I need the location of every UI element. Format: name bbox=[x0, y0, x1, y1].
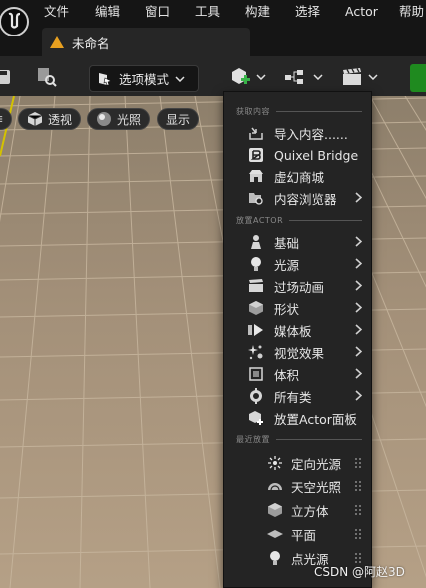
menu-help[interactable]: 帮助 bbox=[399, 0, 424, 26]
menu-select[interactable]: 选择 bbox=[295, 0, 345, 26]
directional-light-icon bbox=[267, 455, 283, 471]
visual-effects-icon bbox=[248, 344, 264, 360]
cube-icon bbox=[267, 502, 283, 518]
chevron-right-icon bbox=[355, 192, 362, 203]
menu-item-quixel-bridge[interactable]: Quixel Bridge bbox=[224, 144, 373, 166]
save-icon[interactable] bbox=[0, 66, 14, 88]
section-header-recent: 最近放置 bbox=[236, 432, 362, 446]
recent-item-directional-light[interactable]: 定向光源 bbox=[224, 452, 373, 474]
lit-label: 光照 bbox=[117, 112, 142, 127]
select-mode-icon bbox=[99, 72, 112, 85]
hamburger-icon bbox=[0, 116, 3, 122]
watermark: CSDN @阿赵3D bbox=[314, 565, 405, 579]
import-icon bbox=[248, 125, 264, 141]
menu-tools[interactable]: 工具 bbox=[195, 0, 245, 26]
browse-content-icon[interactable] bbox=[36, 66, 58, 88]
chevron-right-icon bbox=[355, 390, 362, 401]
mode-label: 选项模式 bbox=[119, 72, 170, 87]
section-header-place-actor: 放置ACTOR bbox=[236, 213, 362, 227]
menu-window[interactable]: 窗口 bbox=[145, 0, 195, 26]
play-button[interactable] bbox=[410, 64, 426, 92]
menu-edit[interactable]: 编辑 bbox=[95, 0, 145, 26]
menu-item-basic[interactable]: 基础 bbox=[224, 231, 373, 253]
main-toolbar: 选项模式 bbox=[0, 56, 426, 96]
marketplace-icon bbox=[248, 168, 264, 184]
content-browser-icon bbox=[248, 190, 264, 206]
tab-title: 未命名 bbox=[72, 35, 110, 51]
menu-item-content-browser[interactable]: 内容浏览器 bbox=[224, 187, 373, 209]
chevron-down-icon bbox=[313, 74, 323, 80]
menu-item-media[interactable]: 媒体板 bbox=[224, 319, 373, 341]
show-label: 显示 bbox=[166, 112, 191, 127]
menu-build[interactable]: 构建 bbox=[245, 0, 295, 26]
blueprint-button[interactable] bbox=[283, 64, 325, 90]
volume-icon bbox=[248, 366, 264, 382]
point-light-icon bbox=[267, 550, 283, 566]
chevron-right-icon bbox=[355, 236, 362, 247]
tab-bar: 未命名 bbox=[0, 26, 426, 56]
add-actor-icon bbox=[232, 68, 250, 84]
menu-item-import-content[interactable]: 导入内容...... bbox=[224, 122, 373, 144]
chevron-right-icon bbox=[355, 280, 362, 291]
add-actor-dropdown: 获取内容 导入内容...... Quixel Bridge 虚幻商城 内容浏览器… bbox=[223, 91, 372, 588]
recent-item-plane[interactable]: 平面 bbox=[224, 523, 373, 545]
recent-item-sky-light[interactable]: 天空光照 bbox=[224, 475, 373, 497]
chevron-right-icon bbox=[355, 302, 362, 313]
menu-item-place-actors-panel[interactable]: 放置Actor面板 bbox=[224, 407, 373, 429]
cinematics-button[interactable] bbox=[339, 64, 381, 90]
perspective-button[interactable]: 透视 bbox=[18, 108, 82, 130]
chevron-down-icon bbox=[256, 74, 266, 80]
menu-file[interactable]: 文件 bbox=[44, 0, 95, 26]
mode-select-button[interactable]: 选项模式 bbox=[89, 65, 199, 92]
menu-item-lights[interactable]: 光源 bbox=[224, 253, 373, 275]
chevron-right-icon bbox=[355, 368, 362, 379]
menu-item-visual-effects[interactable]: 视觉效果 bbox=[224, 341, 373, 363]
menu-item-cinematics[interactable]: 过场动画 bbox=[224, 275, 373, 297]
quixel-bridge-icon bbox=[248, 147, 264, 163]
blueprint-icon bbox=[285, 70, 303, 84]
chevron-right-icon bbox=[355, 346, 362, 357]
level-warning-icon bbox=[50, 36, 64, 48]
section-header-get-content: 获取内容 bbox=[236, 104, 362, 118]
menu-item-shapes[interactable]: 形状 bbox=[224, 297, 373, 319]
drag-handle-icon[interactable] bbox=[354, 504, 362, 516]
light-bulb-icon bbox=[248, 256, 264, 272]
menu-item-volumes[interactable]: 体积 bbox=[224, 363, 373, 385]
shape-cube-icon bbox=[248, 300, 264, 316]
drag-handle-icon[interactable] bbox=[354, 528, 362, 540]
view-mode-button[interactable]: 光照 bbox=[87, 108, 151, 130]
chevron-right-icon bbox=[355, 324, 362, 335]
chevron-down-icon bbox=[175, 75, 185, 82]
menu-actor[interactable]: Actor bbox=[345, 0, 399, 26]
cinematics-icon bbox=[248, 278, 264, 294]
menu-item-marketplace[interactable]: 虚幻商城 bbox=[224, 165, 373, 187]
plane-icon bbox=[267, 526, 283, 542]
level-tab[interactable]: 未命名 bbox=[42, 28, 250, 56]
menu-bar: 文件 编辑 窗口 工具 构建 选择 Actor 帮助 bbox=[0, 0, 426, 26]
menu-item-all-classes[interactable]: 所有类 bbox=[224, 385, 373, 407]
perspective-label: 透视 bbox=[48, 112, 73, 127]
media-icon bbox=[248, 322, 264, 338]
sky-light-icon bbox=[267, 478, 283, 494]
place-actors-panel-icon bbox=[248, 410, 264, 426]
unreal-logo-icon[interactable] bbox=[0, 0, 32, 40]
clapperboard-icon bbox=[343, 68, 361, 85]
drag-handle-icon[interactable] bbox=[354, 457, 362, 469]
all-classes-icon bbox=[248, 388, 264, 404]
basic-actor-icon bbox=[248, 234, 264, 250]
recent-item-cube[interactable]: 立方体 bbox=[224, 499, 373, 521]
show-flags-button[interactable]: 显示 bbox=[157, 108, 200, 130]
drag-handle-icon[interactable] bbox=[354, 480, 362, 492]
lit-sphere-icon bbox=[97, 112, 111, 126]
chevron-right-icon bbox=[355, 258, 362, 269]
perspective-cube-icon bbox=[27, 112, 43, 126]
chevron-down-icon bbox=[368, 74, 378, 80]
add-actor-button[interactable] bbox=[228, 64, 268, 90]
